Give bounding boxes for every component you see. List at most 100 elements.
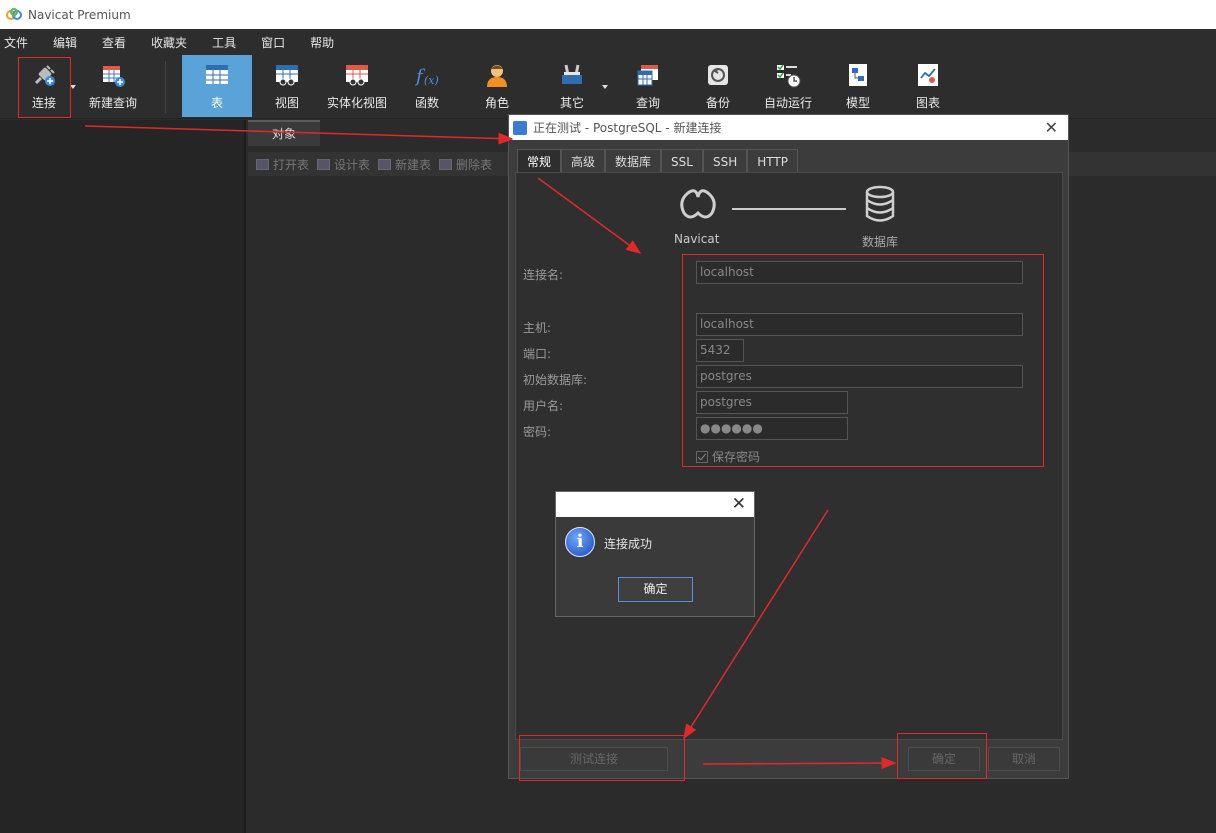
tab-objects[interactable]: 对象 [248, 120, 320, 146]
design-table-icon [317, 158, 331, 170]
tab-ssh[interactable]: SSH [702, 149, 748, 173]
query-label: 查询 [635, 96, 660, 110]
menu-favorites[interactable]: 收藏夹 [149, 34, 200, 51]
new-query-button[interactable]: 新建查询 [84, 55, 142, 117]
password-field[interactable]: ●●●●●● [696, 417, 848, 440]
chart-label: 图表 [915, 96, 940, 110]
navicat-label: Navicat [674, 232, 720, 246]
port-label: 端口: [523, 347, 552, 361]
auto-run-button[interactable]: 自动运行 [760, 55, 816, 117]
database-label: 数据库 [862, 235, 899, 249]
connect-button[interactable]: 连接 [18, 55, 76, 117]
role-label: 角色 [484, 96, 509, 110]
backup-label: 备份 [705, 96, 730, 110]
chevron-down-icon[interactable] [602, 85, 608, 89]
function-icon: f (x) [414, 62, 440, 88]
navicat-logo-icon [6, 7, 22, 23]
close-icon[interactable]: ✕ [732, 494, 746, 514]
tab-ssl[interactable]: SSL [661, 149, 703, 173]
menu-file[interactable]: 文件 [2, 34, 41, 51]
menu-tools[interactable]: 工具 [210, 34, 249, 51]
test-connection-button[interactable]: 测试连接 [520, 747, 668, 771]
main-toolbar: 连接 新建查询 表 视图 实体化视图 f (x) 函数 角色 其它 查询 备份 … [0, 55, 1216, 119]
cancel-button[interactable]: 取消 [988, 747, 1060, 771]
database-icon [864, 185, 896, 223]
table-label: 表 [210, 96, 223, 110]
plug-icon [31, 62, 57, 88]
new-query-icon [100, 62, 126, 88]
save-password-checkbox[interactable]: 保存密码 [696, 448, 760, 465]
chart-button[interactable]: 图表 [906, 55, 950, 117]
new-table-label: 新建表 [395, 157, 432, 172]
role-button[interactable]: 角色 [474, 55, 520, 117]
initial-database-label: 初始数据库: [523, 373, 588, 387]
tab-http[interactable]: HTTP [747, 149, 798, 173]
view-button[interactable]: 视图 [262, 55, 312, 117]
port-field[interactable]: 5432 [696, 339, 744, 362]
ok-button[interactable]: 确定 [908, 747, 980, 771]
new-query-label: 新建查询 [88, 96, 137, 110]
host-label: 主机: [523, 321, 552, 335]
backup-icon [705, 62, 731, 88]
popup-titlebar: ✕ [556, 492, 754, 517]
open-table-button[interactable]: 打开表 [256, 156, 309, 173]
menu-edit[interactable]: 编辑 [51, 34, 90, 51]
connection-line [732, 208, 846, 210]
design-table-button[interactable]: 设计表 [317, 156, 370, 173]
table-icon [204, 62, 230, 88]
dialog-tabs: 常规 高级 数据库 SSL SSH HTTP [517, 149, 798, 173]
password-label: 密码: [523, 425, 552, 439]
model-label: 模型 [845, 96, 870, 110]
svg-text:(x): (x) [424, 74, 439, 87]
new-connection-dialog: 正在测试 - PostgreSQL - 新建连接 ✕ 常规 高级 数据库 SSL… [508, 114, 1069, 779]
schedule-icon [775, 62, 801, 88]
checkbox-checked-icon [696, 450, 708, 463]
delete-table-button[interactable]: 删除表 [439, 156, 492, 173]
model-button[interactable]: 模型 [836, 55, 880, 117]
username-field[interactable]: postgres [696, 391, 848, 414]
other-button[interactable]: 其它 [548, 55, 608, 117]
table-button[interactable]: 表 [182, 55, 252, 117]
menu-help[interactable]: 帮助 [308, 34, 347, 51]
menu-window[interactable]: 窗口 [259, 34, 298, 51]
delete-table-label: 删除表 [456, 157, 493, 172]
connection-name-field[interactable]: localhost [696, 261, 1023, 284]
success-message: 连接成功 [604, 537, 653, 551]
function-button[interactable]: f (x) 函数 [404, 55, 450, 117]
delete-table-icon [439, 158, 453, 170]
query-icon [635, 62, 661, 88]
view-icon [274, 62, 300, 88]
query-button[interactable]: 查询 [624, 55, 672, 117]
dialog-titlebar: 正在测试 - PostgreSQL - 新建连接 ✕ [509, 115, 1068, 140]
new-table-button[interactable]: 新建表 [378, 156, 431, 173]
view-label: 视图 [274, 96, 299, 110]
chevron-down-icon[interactable] [70, 85, 76, 89]
connection-tree-pane[interactable] [0, 120, 246, 833]
tab-general[interactable]: 常规 [517, 149, 562, 173]
chart-icon [915, 62, 941, 88]
general-panel: Navicat 数据库 连接名: localhost 主机: localhost… [515, 172, 1063, 740]
window-titlebar: Navicat Premium [0, 0, 1216, 29]
connect-label: 连接 [31, 96, 56, 110]
initial-database-field[interactable]: postgres [696, 365, 1023, 388]
user-icon [484, 62, 510, 88]
model-icon [845, 62, 871, 88]
menu-view[interactable]: 查看 [100, 34, 139, 51]
postgresql-icon [513, 120, 527, 135]
dialog-title: 正在测试 - PostgreSQL - 新建连接 [533, 121, 722, 135]
username-label: 用户名: [523, 399, 564, 413]
materialized-view-label: 实体化视图 [326, 96, 387, 110]
connection-success-dialog: ✕ i 连接成功 确定 [555, 491, 755, 617]
function-label: 函数 [414, 96, 439, 110]
tools-icon [559, 62, 585, 88]
backup-button[interactable]: 备份 [696, 55, 740, 117]
materialized-view-icon [344, 62, 370, 88]
materialized-view-button[interactable]: 实体化视图 [324, 55, 390, 117]
close-icon[interactable]: ✕ [1045, 118, 1058, 137]
tab-advanced[interactable]: 高级 [561, 149, 606, 173]
host-field[interactable]: localhost [696, 313, 1023, 336]
window-title: Navicat Premium [28, 7, 131, 22]
save-password-label: 保存密码 [712, 450, 761, 464]
tab-databases[interactable]: 数据库 [605, 149, 662, 173]
popup-ok-button[interactable]: 确定 [618, 577, 693, 602]
